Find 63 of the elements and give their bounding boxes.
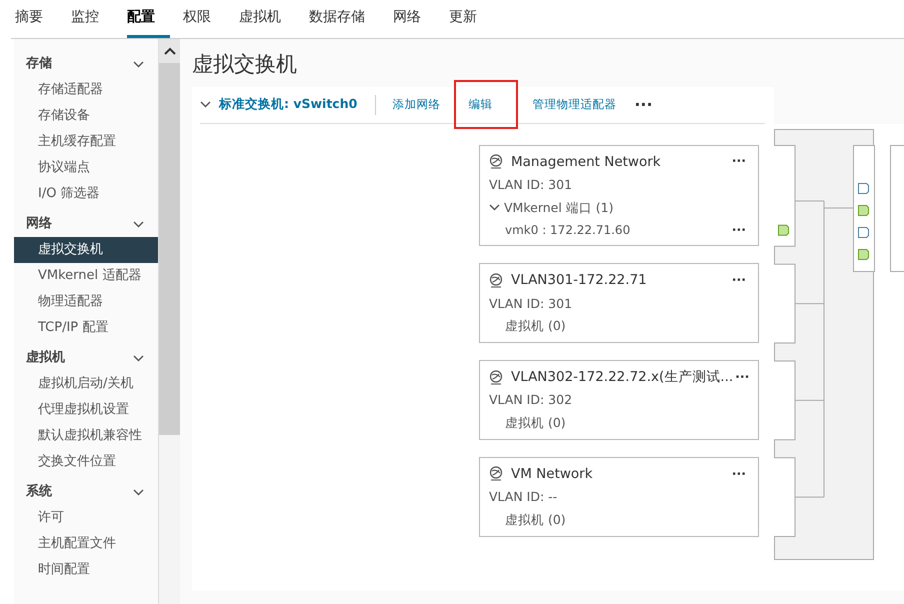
vlan-id: VLAN ID: -- [489, 488, 558, 506]
chevron-icon[interactable] [133, 220, 144, 228]
more-button[interactable]: ··· [730, 224, 748, 236]
chevron-icon[interactable] [133, 488, 144, 496]
port-group-name: VM Network [511, 464, 593, 484]
nav-tab[interactable]: 监控 [71, 0, 114, 38]
chevron-icon[interactable] [200, 101, 211, 108]
sidebar-item[interactable]: 存储设备 [14, 103, 158, 129]
port-group-name: VLAN301-172.22.71 [511, 271, 647, 290]
nav-tab[interactable]: 更新 [449, 0, 492, 38]
sidebar-group-title: 存储 [26, 55, 52, 74]
switch-toggle[interactable]: 标准交换机: vSwitch0 [200, 95, 362, 114]
toolbar-link[interactable]: 添加网络 [384, 92, 448, 118]
page-title: 虚拟交换机 [192, 51, 298, 78]
network-icon [489, 272, 503, 288]
vm-count: 虚拟机 (0) [504, 317, 567, 336]
vmkernel-port: vmk0 : 172.22.71.60 [505, 222, 630, 240]
more-button[interactable]: ··· [730, 274, 748, 287]
sidebar-group-title: 系统 [26, 482, 52, 502]
nav-tab[interactable]: 网络 [393, 0, 436, 38]
nav-tab[interactable]: 摘要 [15, 0, 58, 38]
sidebar-item[interactable]: VMkernel 适配器 [14, 263, 158, 289]
sidebar-item[interactable]: 物理适配器 [14, 289, 158, 315]
nav-tab[interactable]: 虚拟机 [239, 0, 296, 38]
vlan-id: VLAN ID: 301 [489, 176, 574, 194]
sidebar-group-title: 网络 [26, 215, 52, 234]
sidebar-item[interactable]: 代理虚拟机设置 [14, 397, 158, 423]
chevron-icon[interactable] [133, 354, 144, 362]
sidebar-item[interactable]: 交换文件位置 [14, 449, 158, 475]
scrollbar-thumb[interactable] [159, 63, 180, 435]
sidebar-item[interactable]: I/O 筛选器 [14, 181, 158, 207]
sidebar-item[interactable]: 默认虚拟机兼容性 [14, 423, 158, 449]
sidebar-item[interactable]: TCP/IP 配置 [14, 315, 158, 341]
sidebar-item[interactable]: 虚拟机启动/关机 [14, 371, 158, 397]
vlan-id: VLAN ID: 301 [489, 294, 574, 312]
sidebar-item[interactable]: 虚拟交换机 [14, 237, 158, 263]
toolbar-link[interactable]: 管理物理适配器 [524, 92, 624, 118]
sidebar-item[interactable]: 协议端点 [14, 155, 158, 181]
chevron-icon[interactable] [133, 60, 144, 68]
sidebar-item[interactable]: 时间配置 [14, 557, 158, 583]
network-icon [489, 370, 503, 385]
vm-count: 虚拟机 (0) [504, 510, 567, 529]
vmkernel-toggle[interactable]: VMkernel 端口 (1) [489, 198, 614, 218]
port-group-name: Management Network [511, 152, 661, 172]
toolbar-link[interactable]: 编辑 [456, 82, 516, 128]
sidebar-item[interactable]: 主机缓存配置 [14, 129, 158, 155]
more-button[interactable]: ··· [632, 96, 655, 112]
network-icon [489, 154, 503, 170]
more-button[interactable]: ··· [733, 370, 752, 384]
sidebar-item[interactable]: 存储适配器 [14, 77, 158, 103]
nav-tab[interactable]: 权限 [183, 0, 226, 38]
nav-tab[interactable]: 数据存储 [309, 0, 380, 38]
vm-count: 虚拟机 (0) [504, 414, 567, 432]
sidebar-group-title: 虚拟机 [26, 348, 65, 368]
chevron-icon[interactable] [489, 204, 500, 212]
scroll-up-icon[interactable] [159, 39, 181, 63]
port-group-name: VLAN302-172.22.72.x(生产测试... [511, 368, 734, 387]
sidebar-item[interactable]: 主机配置文件 [14, 531, 158, 557]
sidebar-item[interactable]: 许可 [14, 505, 158, 531]
more-button[interactable]: ··· [730, 468, 748, 480]
network-icon [489, 466, 503, 482]
vlan-id: VLAN ID: 302 [489, 391, 574, 410]
more-button[interactable]: ··· [730, 155, 748, 168]
